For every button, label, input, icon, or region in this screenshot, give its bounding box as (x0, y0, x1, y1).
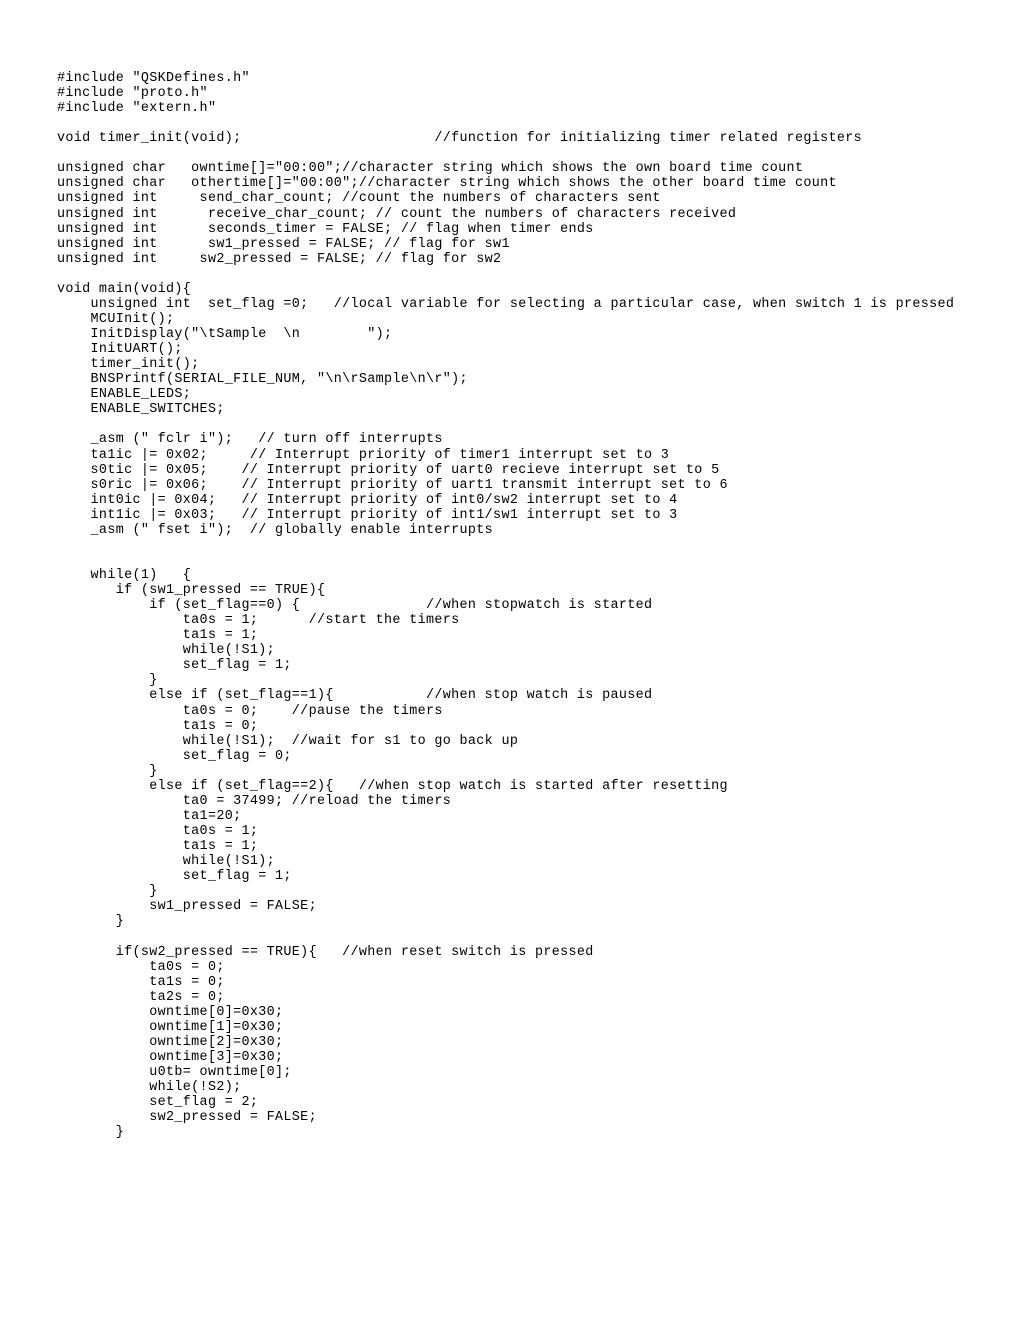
code-line: while(!S1); //wait for s1 to go back up (57, 733, 519, 749)
code-line: if (set_flag==0) { //when stopwatch is s… (57, 598, 653, 614)
code-line: unsigned int sw2_pressed = FALSE; // fla… (57, 251, 502, 267)
code-line: unsigned int set_flag =0; //local variab… (57, 296, 955, 312)
code-line: ta1s = 1; (57, 628, 259, 644)
code-line: ta0s = 0; //pause the timers (57, 703, 443, 719)
code-line: } (57, 1125, 125, 1141)
code-line: set_flag = 0; (57, 748, 292, 764)
code-line: } (57, 673, 158, 689)
code-line: set_flag = 2; (57, 1095, 259, 1111)
code-line: void timer_init(void); //function for in… (57, 131, 863, 147)
code-line: unsigned int seconds_timer = FALSE; // f… (57, 221, 594, 237)
code-line: sw1_pressed = FALSE; (57, 899, 317, 915)
code-line: owntime[0]=0x30; (57, 1004, 284, 1020)
code-line: unsigned int sw1_pressed = FALSE; // fla… (57, 236, 510, 252)
code-line: } (57, 763, 158, 779)
code-line: s0ric |= 0x06; // Interrupt priority of … (57, 477, 728, 493)
code-line: #include "QSKDefines.h" (57, 71, 250, 86)
code-line: } (57, 884, 158, 900)
code-line: ta0s = 0; (57, 959, 225, 975)
code-line: unsigned int send_char_count; //count th… (57, 191, 661, 207)
code-line: ta2s = 0; (57, 989, 225, 1005)
code-line: set_flag = 1; (57, 658, 292, 674)
code-line: BNSPrintf(SERIAL_FILE_NUM, "\n\rSample\n… (57, 372, 468, 388)
code-line: ENABLE_LEDS; (57, 387, 192, 403)
code-line: #include "proto.h" (57, 86, 208, 102)
code-line: while(!S1); (57, 854, 276, 870)
code-line: else if (set_flag==2){ //when stop watch… (57, 778, 728, 794)
code-line: timer_init(); (57, 357, 200, 373)
code-line: if(sw2_pressed == TRUE){ //when reset sw… (57, 944, 594, 960)
code-line: else if (set_flag==1){ //when stop watch… (57, 688, 653, 704)
document-page: #include "QSKDefines.h" #include "proto.h… (0, 0, 1020, 1320)
code-line: ta0 = 37499; //reload the timers (57, 793, 452, 809)
code-line: unsigned int receive_char_count; // coun… (57, 206, 737, 222)
code-line: ENABLE_SWITCHES; (57, 402, 225, 418)
code-line: unsigned char othertime[]="00:00";//char… (57, 176, 837, 192)
code-line: if (sw1_pressed == TRUE){ (57, 583, 326, 599)
code-line: ta1s = 1; (57, 839, 259, 855)
code-line: void main(void){ (57, 281, 192, 297)
code-line: _asm (" fclr i"); // turn off interrupts (57, 432, 443, 448)
code-listing: #include "QSKDefines.h" #include "proto.h… (57, 71, 987, 1140)
code-line: s0tic |= 0x05; // Interrupt priority of … (57, 462, 720, 478)
code-line: } (57, 914, 125, 930)
code-line: while(!S1); (57, 643, 276, 659)
code-line: _asm (" fset i"); // globally enable int… (57, 522, 494, 538)
code-line: #include "extern.h" (57, 101, 217, 117)
code-line: owntime[1]=0x30; (57, 1019, 284, 1035)
code-line: int0ic |= 0x04; // Interrupt priority of… (57, 492, 678, 508)
code-line: InitDisplay("\tSample \n "); (57, 327, 393, 343)
code-line: set_flag = 1; (57, 869, 292, 885)
code-line: ta0s = 1; //start the timers (57, 613, 460, 629)
code-line: u0tb= owntime[0]; (57, 1065, 292, 1081)
code-line: while(1) { (57, 567, 192, 583)
code-line: while(!S2); (57, 1080, 242, 1096)
code-line: unsigned char owntime[]="00:00";//charac… (57, 161, 804, 177)
code-line: ta1ic |= 0x02; // Interrupt priority of … (57, 447, 670, 463)
code-line: ta0s = 1; (57, 824, 259, 840)
code-line: MCUInit(); (57, 311, 175, 327)
code-line: owntime[3]=0x30; (57, 1049, 284, 1065)
code-line: owntime[2]=0x30; (57, 1034, 284, 1050)
code-line: ta1s = 0; (57, 974, 225, 990)
code-line: InitUART(); (57, 342, 183, 358)
code-line: int1ic |= 0x03; // Interrupt priority of… (57, 507, 678, 523)
code-line: sw2_pressed = FALSE; (57, 1110, 317, 1126)
code-line: ta1s = 0; (57, 718, 259, 734)
code-line: ta1=20; (57, 808, 242, 824)
